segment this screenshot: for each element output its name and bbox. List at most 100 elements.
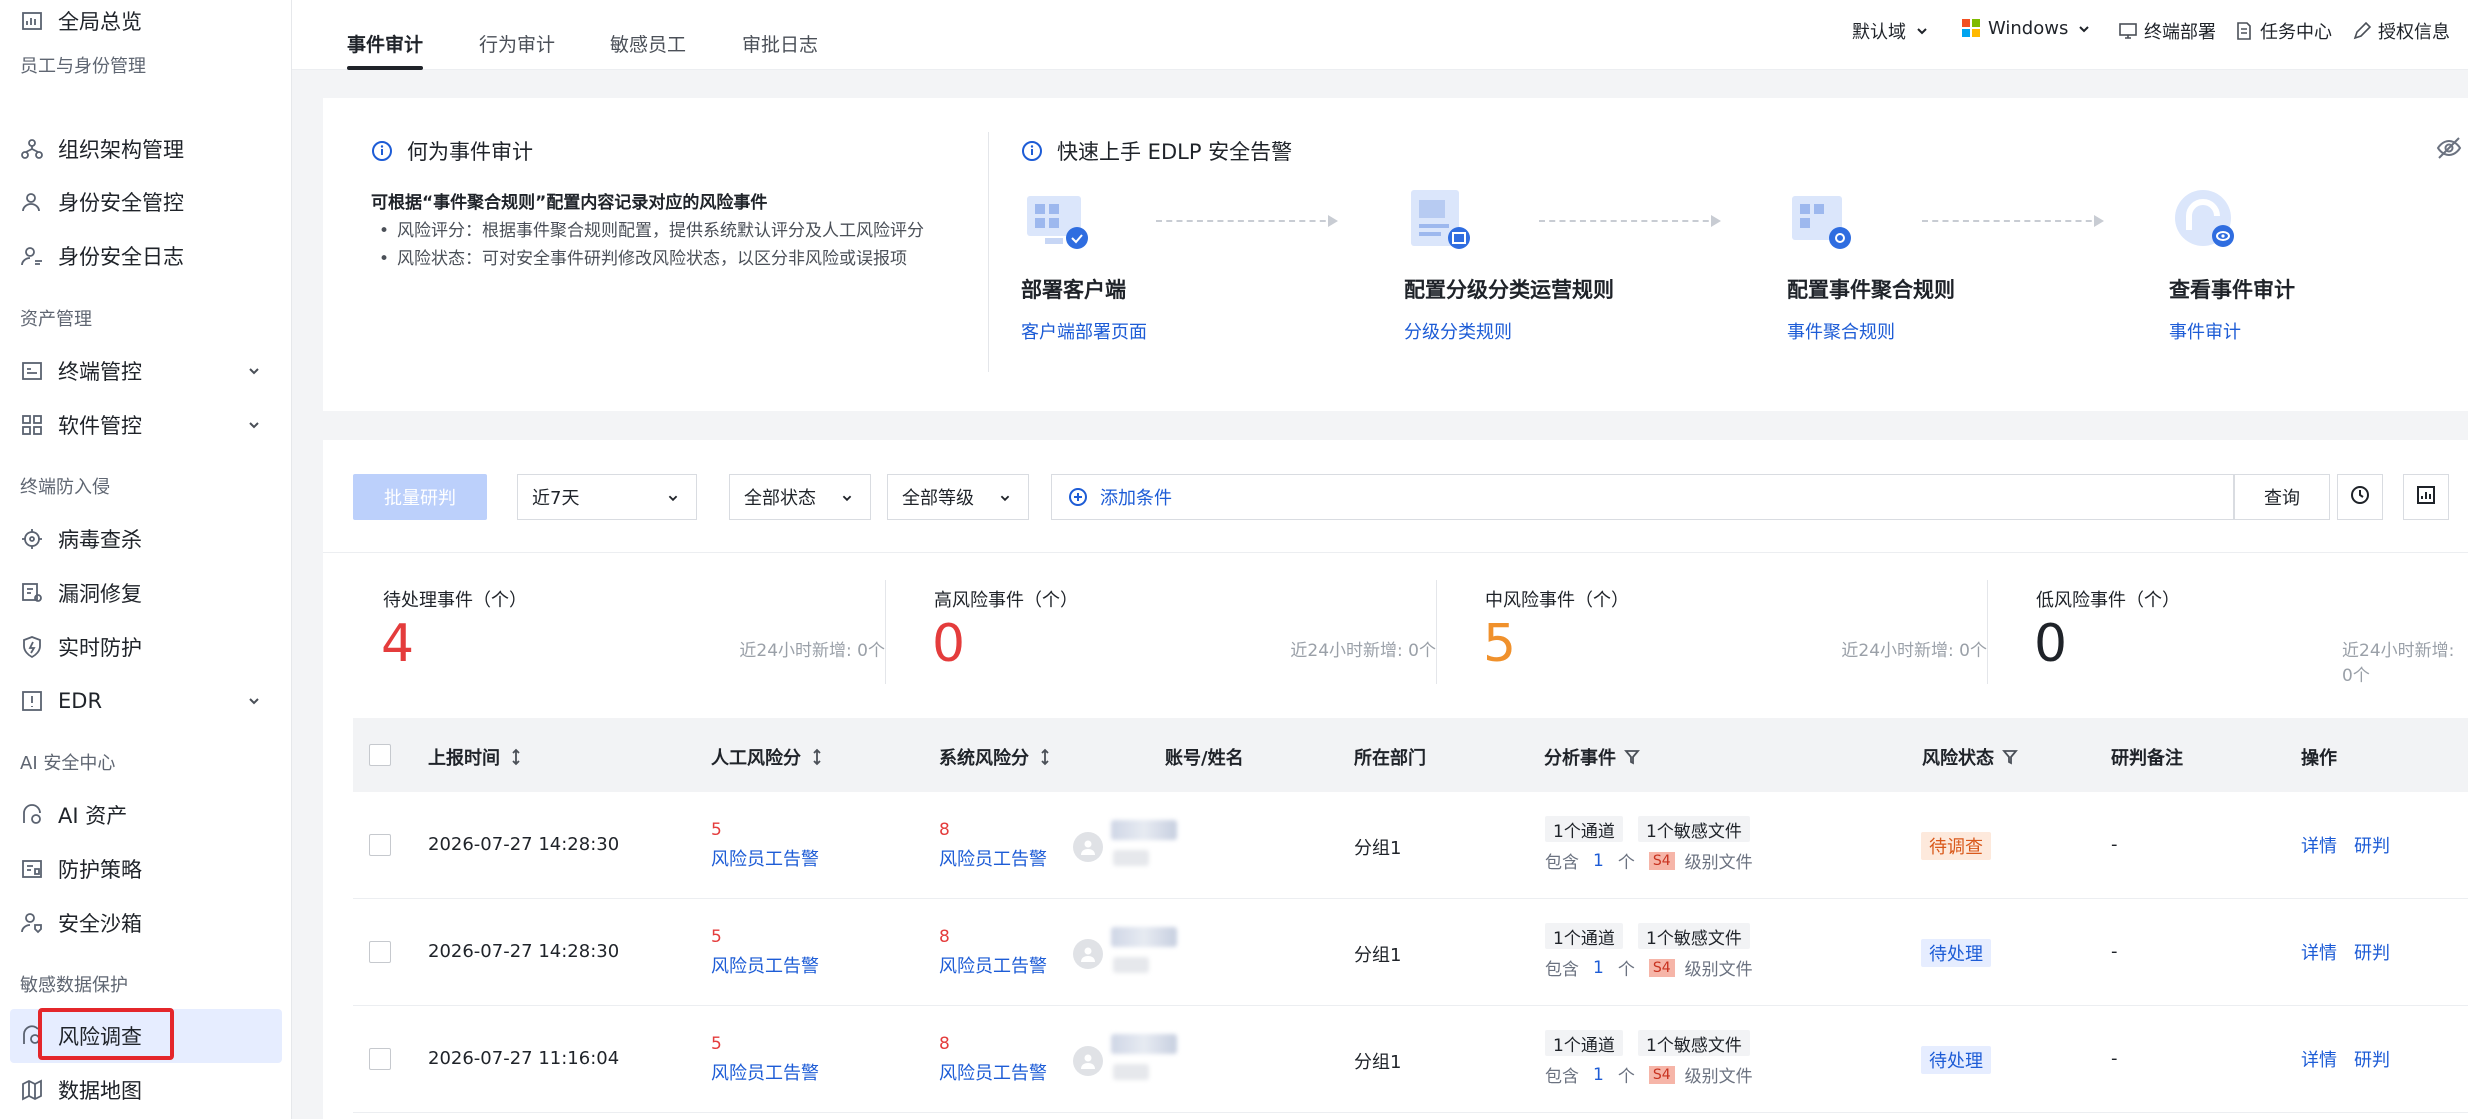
detail-link[interactable]: 详情 bbox=[2301, 939, 2337, 965]
col-report-time[interactable]: 上报时间 bbox=[428, 744, 524, 770]
channel-chip: 1个通道 bbox=[1545, 923, 1623, 949]
sidebar-item-vuln[interactable]: 漏洞修复 bbox=[0, 566, 291, 620]
sidebar-item-policy[interactable]: 防护策略 bbox=[0, 842, 291, 896]
system-score-link[interactable]: 风险员工告警 bbox=[939, 1059, 1047, 1085]
sidebar-item-label: 防护策略 bbox=[58, 858, 142, 882]
detail-link[interactable]: 详情 bbox=[2301, 832, 2337, 858]
contain-text: 包含 bbox=[1545, 853, 1579, 873]
chevron-down-icon bbox=[664, 489, 682, 507]
status-select[interactable]: 全部状态 bbox=[729, 474, 871, 520]
step-link-classification[interactable]: 分级分类规则 bbox=[1404, 318, 1512, 344]
domain-select[interactable]: 默认域 bbox=[1852, 18, 1938, 44]
level-text: 级别文件 bbox=[1684, 853, 1753, 873]
tab-event-audit[interactable]: 事件审计 bbox=[347, 30, 424, 70]
col-risk-status[interactable]: 风险状态 bbox=[1922, 744, 2018, 770]
step-title: 查看事件审计 bbox=[2169, 278, 2295, 302]
level-select[interactable]: 全部等级 bbox=[887, 474, 1029, 520]
sidebar-item-label: EDR bbox=[58, 689, 103, 713]
judge-note: - bbox=[2111, 834, 2118, 855]
apps-grid-icon bbox=[18, 411, 46, 439]
manual-score-link[interactable]: 风险员工告警 bbox=[711, 952, 819, 978]
sidebar-item-virus[interactable]: 病毒查杀 bbox=[0, 512, 291, 566]
sidebar-group-ai: AI 安全中心 bbox=[20, 753, 116, 774]
system-score-link[interactable]: 风险员工告警 bbox=[939, 952, 1047, 978]
add-condition-label: 添加条件 bbox=[1100, 488, 1172, 509]
row-checkbox[interactable] bbox=[369, 834, 391, 856]
sidebar-item-edr[interactable]: EDR bbox=[0, 674, 291, 728]
step-link-audit[interactable]: 事件审计 bbox=[2169, 318, 2241, 344]
domain-label: 默认域 bbox=[1852, 22, 1906, 43]
plus-circle-icon bbox=[1068, 487, 1088, 507]
sidebar-item-overview[interactable]: 全局总览 bbox=[0, 0, 291, 48]
col-analysis[interactable]: 分析事件 bbox=[1544, 744, 1640, 770]
sidebar-item-identity-log[interactable]: 身份安全日志 bbox=[0, 229, 291, 283]
col-manual-score[interactable]: 人工风险分 bbox=[711, 744, 825, 770]
chart-view-button[interactable] bbox=[2403, 474, 2449, 520]
risk-search-icon bbox=[18, 1022, 46, 1050]
avatar bbox=[1073, 832, 1103, 862]
filter-icon[interactable] bbox=[2002, 748, 2018, 766]
clock-icon bbox=[2349, 484, 2371, 510]
sidebar-item-org[interactable]: 组织架构管理 bbox=[0, 122, 291, 176]
file-count-link[interactable]: 1 bbox=[1593, 1065, 1604, 1085]
user-icon bbox=[18, 188, 46, 216]
deploy-link[interactable]: 终端部署 bbox=[2118, 18, 2216, 44]
os-select[interactable]: Windows bbox=[1962, 18, 2100, 39]
sidebar-item-identity-control[interactable]: 身份安全管控 bbox=[0, 175, 291, 229]
chevron-down-icon bbox=[244, 415, 264, 435]
sidebar-item-ai-assets[interactable]: AI 资产 bbox=[0, 788, 291, 842]
judge-link[interactable]: 研判 bbox=[2354, 832, 2390, 858]
document-icon bbox=[2234, 21, 2254, 41]
department: 分组1 bbox=[1354, 838, 1402, 859]
detail-link[interactable]: 详情 bbox=[2301, 1046, 2337, 1072]
sensitive-file-chip: 1个敏感文件 bbox=[1638, 923, 1750, 949]
query-button[interactable]: 查询 bbox=[2234, 474, 2330, 520]
judge-link[interactable]: 研判 bbox=[2354, 939, 2390, 965]
tab-behavior-audit[interactable]: 行为审计 bbox=[479, 30, 555, 70]
table-row: 2026-07-27 14:28:30 5 风险员工告警 8 风险员工告警 分组… bbox=[353, 792, 2468, 899]
tab-sensitive-staff[interactable]: 敏感员工 bbox=[610, 30, 686, 70]
stat-value: 5 bbox=[1483, 614, 1517, 674]
tab-approval-log[interactable]: 审批日志 bbox=[742, 30, 818, 70]
stat-sub: 近24小时新增: 0个 bbox=[1290, 641, 1436, 661]
step-link-deploy[interactable]: 客户端部署页面 bbox=[1021, 318, 1147, 344]
sidebar-item-sandbox[interactable]: 安全沙箱 bbox=[0, 896, 291, 950]
step-link-aggregation[interactable]: 事件聚合规则 bbox=[1787, 318, 1895, 344]
col-system-score[interactable]: 系统风险分 bbox=[939, 744, 1053, 770]
file-count-link[interactable]: 1 bbox=[1593, 851, 1604, 871]
divider bbox=[1436, 580, 1437, 684]
hide-panel-icon[interactable] bbox=[2435, 134, 2463, 162]
row-checkbox[interactable] bbox=[369, 1048, 391, 1070]
sidebar-item-terminal[interactable]: 终端管控 bbox=[0, 344, 291, 398]
sort-icon[interactable] bbox=[508, 748, 524, 766]
report-time: 2026-07-27 14:28:30 bbox=[428, 941, 620, 962]
classification-rule-icon bbox=[1405, 186, 1475, 256]
select-all-checkbox[interactable] bbox=[369, 744, 391, 766]
sidebar-item-risk[interactable]: 风险调查 bbox=[10, 1009, 282, 1063]
task-center-link[interactable]: 任务中心 bbox=[2234, 18, 2332, 44]
sidebar-item-label: AI 资产 bbox=[58, 804, 128, 828]
sidebar-item-software[interactable]: 软件管控 bbox=[0, 398, 291, 452]
sidebar-group-identity: 员工与身份管理 bbox=[20, 56, 146, 77]
table-row: 2026-07-27 14:28:30 5 风险员工告警 8 风险员工告警 分组… bbox=[353, 899, 2468, 1006]
row-checkbox[interactable] bbox=[369, 941, 391, 963]
step-arrow bbox=[1156, 215, 1338, 227]
history-button[interactable] bbox=[2337, 474, 2383, 520]
add-condition-field[interactable]: 添加条件 bbox=[1051, 474, 2234, 520]
manual-score-link[interactable]: 风险员工告警 bbox=[711, 1059, 819, 1085]
license-link[interactable]: 授权信息 bbox=[2352, 18, 2450, 44]
sidebar-item-datamap[interactable]: 数据地图 bbox=[0, 1063, 291, 1117]
step-arrow bbox=[1539, 215, 1721, 227]
sidebar-item-realtime[interactable]: 实时防护 bbox=[0, 620, 291, 674]
manual-score-link[interactable]: 风险员工告警 bbox=[711, 845, 819, 871]
sort-icon[interactable] bbox=[1037, 748, 1053, 766]
time-range-select[interactable]: 近7天 bbox=[517, 474, 697, 520]
sort-icon[interactable] bbox=[809, 748, 825, 766]
judge-link[interactable]: 研判 bbox=[2354, 1046, 2390, 1072]
report-time: 2026-07-27 14:28:30 bbox=[428, 834, 620, 855]
divider bbox=[1987, 580, 1988, 684]
batch-judge-button[interactable]: 批量研判 bbox=[353, 474, 487, 520]
system-score-link[interactable]: 风险员工告警 bbox=[939, 845, 1047, 871]
file-count-link[interactable]: 1 bbox=[1593, 958, 1604, 978]
filter-icon[interactable] bbox=[1624, 748, 1640, 766]
